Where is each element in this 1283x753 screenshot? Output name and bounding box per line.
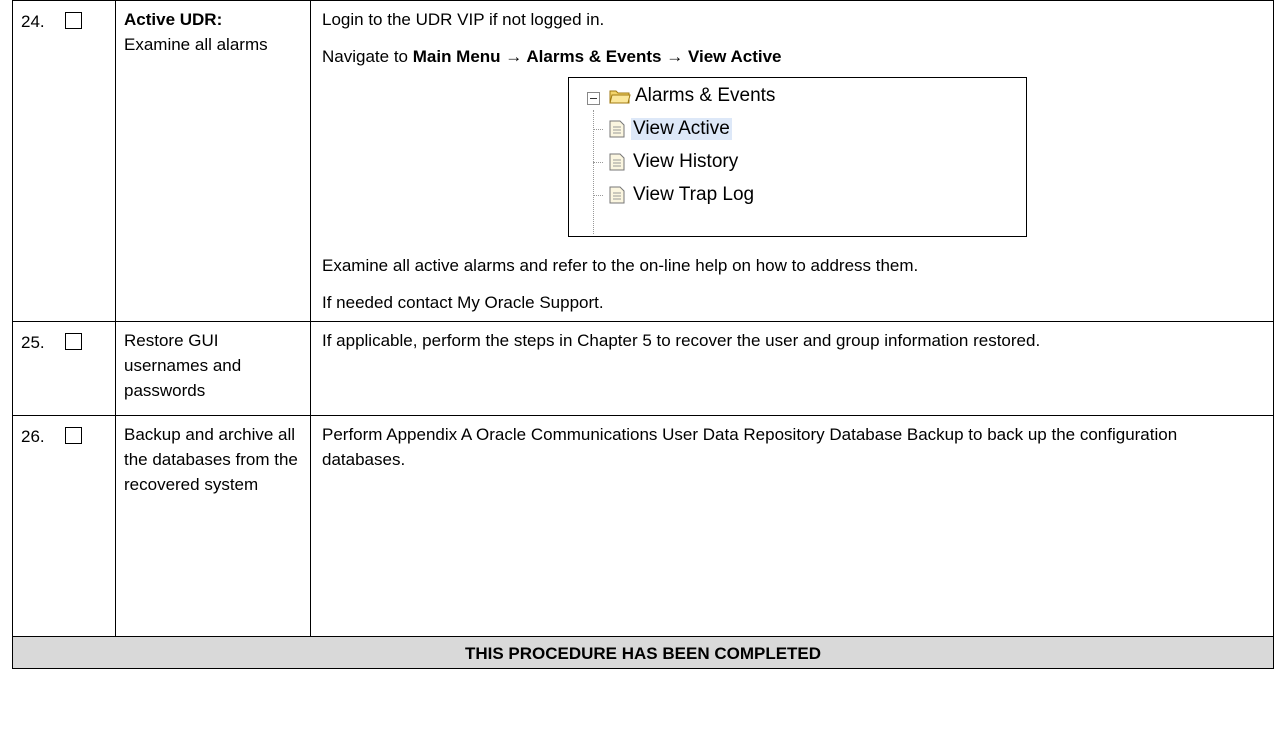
step-instruction: Login to the UDR VIP if not logged in. — [322, 10, 605, 29]
procedure-complete-row: THIS PROCEDURE HAS BEEN COMPLETED — [12, 636, 1274, 669]
step-instruction: If applicable, perform the steps in Chap… — [322, 331, 1041, 350]
tree-item-view-active[interactable]: View Active — [631, 118, 732, 140]
step-row-26: 26. Backup and archive all the databases… — [12, 415, 1274, 637]
nav-path: Main Menu → Alarms & Events → View Activ… — [412, 47, 782, 66]
procedure-table: 24. Active UDR: Examine all alarms Login… — [12, 0, 1274, 669]
step-row-24: 24. Active UDR: Examine all alarms Login… — [12, 0, 1274, 322]
step-title-cell: Backup and archive all the databases fro… — [115, 415, 311, 637]
step-number-cell: 26. — [12, 415, 116, 637]
tree-item-view-history[interactable]: View History — [631, 151, 740, 173]
document-icon — [609, 120, 625, 138]
step-title: Restore GUI usernames and passwords — [124, 331, 242, 400]
procedure-complete-banner: THIS PROCEDURE HAS BEEN COMPLETED — [12, 636, 1274, 669]
step-body-cell: Perform Appendix A Oracle Communications… — [310, 415, 1274, 637]
step-number: 25. — [21, 333, 45, 352]
folder-open-icon — [609, 90, 631, 104]
tree-folder-label[interactable]: Alarms & Events — [633, 85, 777, 107]
step-checkbox[interactable] — [65, 427, 82, 444]
document-icon — [609, 153, 625, 171]
document-icon — [609, 186, 625, 204]
step-instruction: Examine all active alarms and refer to t… — [322, 256, 919, 275]
step-navigation: Navigate to Main Menu → Alarms & Events … — [322, 44, 1265, 69]
step-title-cell: Restore GUI usernames and passwords — [115, 321, 311, 416]
step-instruction: Perform Appendix A Oracle Communications… — [322, 425, 1178, 469]
step-checkbox[interactable] — [65, 333, 82, 350]
collapse-icon[interactable] — [587, 92, 600, 105]
step-body-cell: If applicable, perform the steps in Chap… — [310, 321, 1274, 416]
step-number-cell: 24. — [12, 0, 116, 322]
menu-tree-screenshot: Alarms & Events View Active View History — [322, 77, 1265, 241]
step-body-cell: Login to the UDR VIP if not logged in. N… — [310, 0, 1274, 322]
step-row-25: 25. Restore GUI usernames and passwords … — [12, 321, 1274, 416]
nav-prefix: Navigate to — [322, 47, 413, 66]
step-checkbox[interactable] — [65, 12, 82, 29]
step-number: 24. — [21, 12, 45, 31]
step-title-cell: Active UDR: Examine all alarms — [115, 0, 311, 322]
step-number: 26. — [21, 427, 45, 446]
step-instruction: If needed contact My Oracle Support. — [322, 293, 604, 312]
step-title: Examine all alarms — [124, 35, 268, 54]
step-title-bold: Active UDR: — [124, 10, 223, 29]
menu-tree: Alarms & Events View Active View History — [568, 77, 1027, 237]
step-title: Backup and archive all the databases fro… — [124, 425, 298, 494]
step-number-cell: 25. — [12, 321, 116, 416]
tree-item-view-trap-log[interactable]: View Trap Log — [631, 184, 756, 206]
